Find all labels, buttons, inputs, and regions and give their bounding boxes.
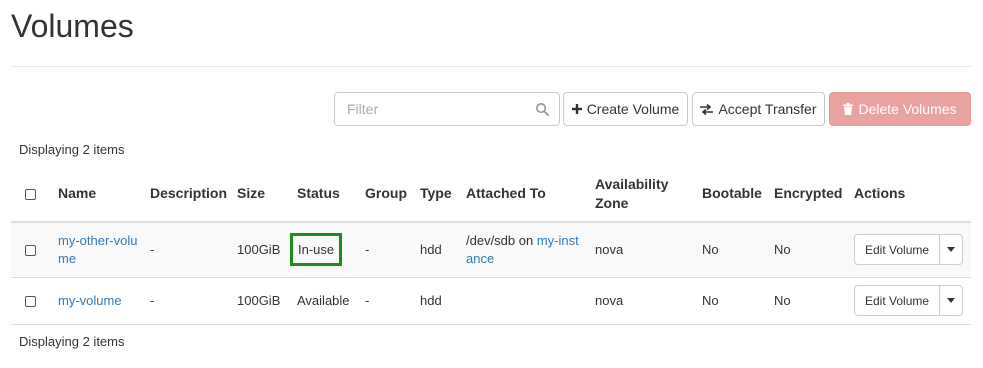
attached-cell: [460, 277, 589, 325]
zone-cell: nova: [589, 222, 696, 278]
header-encrypted[interactable]: Encrypted: [768, 166, 848, 223]
size-cell: 100GiB: [231, 277, 291, 325]
description-cell: -: [144, 222, 231, 278]
edit-volume-button[interactable]: Edit Volume: [855, 286, 939, 315]
volume-name-link[interactable]: my-other-volume: [58, 233, 137, 266]
create-volume-button[interactable]: Create Volume: [563, 92, 688, 126]
filter-input[interactable]: [335, 93, 559, 125]
accept-transfer-label: Accept Transfer: [718, 101, 817, 117]
attached-cell: /dev/sdb on my-instance: [460, 222, 589, 278]
header-select-all: [11, 166, 52, 223]
delete-volumes-label: Delete Volumes: [858, 101, 957, 117]
caret-down-icon: [947, 247, 956, 253]
encrypted-cell: No: [768, 277, 848, 325]
row-actions-group: Edit Volume: [854, 234, 964, 266]
page-title: Volumes: [11, 8, 134, 44]
status-cell: In-use: [290, 222, 359, 278]
attached-device: /dev/sdb on: [466, 232, 537, 248]
status-cell: Available: [291, 277, 359, 325]
title-divider: [11, 66, 971, 67]
row-select-cell: [11, 222, 52, 278]
bootable-cell: No: [696, 222, 768, 278]
description-cell: -: [144, 277, 231, 325]
table-header-row: Name Description Size Status Group Type …: [11, 166, 971, 223]
select-all-checkbox[interactable]: [25, 188, 36, 200]
search-icon[interactable]: [535, 102, 550, 117]
header-size[interactable]: Size: [231, 166, 291, 223]
header-group[interactable]: Group: [359, 166, 414, 223]
header-type[interactable]: Type: [414, 166, 460, 223]
item-count-bottom: Displaying 2 items: [19, 334, 125, 349]
transfer-icon: [700, 103, 714, 115]
volumes-table: Name Description Size Status Group Type …: [11, 166, 971, 325]
header-name[interactable]: Name: [52, 166, 144, 223]
type-cell: hdd: [414, 222, 460, 278]
plus-icon: [571, 104, 582, 114]
trash-icon: [843, 103, 854, 115]
header-attached-to[interactable]: Attached To: [460, 166, 589, 223]
row-checkbox[interactable]: [25, 244, 36, 256]
header-status[interactable]: Status: [291, 166, 359, 223]
zone-cell: nova: [589, 277, 696, 325]
item-count-top: Displaying 2 items: [19, 142, 125, 157]
group-cell: -: [359, 222, 414, 278]
create-volume-label: Create Volume: [586, 101, 680, 117]
name-cell: my-other-volume: [52, 222, 144, 278]
table-row: my-volume - 100GiB Available - hdd nova …: [11, 277, 971, 325]
filter-box: [334, 92, 560, 126]
type-cell: hdd: [414, 277, 460, 325]
row-actions-dropdown[interactable]: [939, 235, 962, 265]
encrypted-cell: No: [768, 222, 848, 278]
actions-cell: Edit Volume: [848, 277, 971, 325]
name-cell: my-volume: [52, 277, 144, 325]
edit-volume-button[interactable]: Edit Volume: [855, 235, 939, 264]
size-cell: 100GiB: [231, 222, 291, 278]
caret-down-icon: [947, 298, 956, 303]
bootable-cell: No: [696, 277, 768, 325]
row-checkbox[interactable]: [25, 295, 36, 307]
volume-name-link[interactable]: my-volume: [58, 293, 122, 308]
header-availability-zone[interactable]: Availability Zone: [589, 166, 696, 223]
header-description[interactable]: Description: [144, 166, 231, 223]
accept-transfer-button[interactable]: Accept Transfer: [692, 92, 825, 126]
group-cell: -: [359, 277, 414, 325]
row-actions-group: Edit Volume: [854, 285, 964, 316]
header-bootable[interactable]: Bootable: [696, 166, 768, 223]
row-select-cell: [11, 277, 52, 325]
row-actions-dropdown[interactable]: [939, 286, 962, 315]
table-row: my-other-volume - 100GiB In-use - hdd /d…: [11, 222, 971, 278]
delete-volumes-button[interactable]: Delete Volumes: [829, 92, 971, 126]
header-actions: Actions: [848, 166, 971, 223]
actions-cell: Edit Volume: [848, 222, 971, 278]
status-value-highlighted: In-use: [290, 233, 343, 267]
